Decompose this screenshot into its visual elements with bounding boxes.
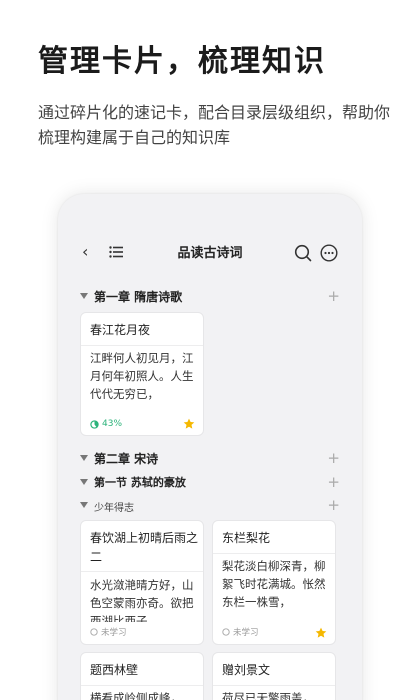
promo-subline: 通过碎片化的速记卡，配合目录层级组织，帮助你梳理构建属于自己的知识库 [38,103,391,147]
card-divider [81,571,203,572]
card-5[interactable]: 赠刘景文 荷尽已无擎雨盖， [212,652,336,700]
collapse-triangle-icon[interactable] [80,455,88,461]
chapter-1-label: 第一章 隋唐诗歌 [94,290,183,304]
card-divider [213,553,335,554]
more-options-icon[interactable] [320,244,338,262]
add-icon[interactable]: + [327,473,340,491]
card-title: 春饮湖上初晴后雨之二 [90,531,199,564]
card-3[interactable]: 东栏梨花 梨花淡白柳深青，柳絮飞时花满城。怅然东栏一株雪， 未学习 [212,520,336,645]
card-1[interactable]: 春江花月夜 江畔何人初见月，江月何年初照人。人生代代无穷已， 43% [80,312,204,436]
card-title: 春江花月夜 [90,323,151,337]
card-progress: 43% [90,419,122,429]
page-title: 品读古诗词 [177,246,243,261]
add-icon[interactable]: + [327,496,340,514]
subsection-label: 少年得志 [94,503,134,514]
card-status: 未学习 [222,626,259,638]
promo-headline: 管理卡片，梳理知识 [38,44,326,79]
top-bar: ‹ 品读古诗词 [58,232,362,272]
chapter-2-header[interactable]: 第二章 宋诗 + [80,449,340,470]
card-2[interactable]: 春饮湖上初晴后雨之二 水光潋滟晴方好，山色空蒙雨亦奇。欲把西湖比西子， 未学习 [80,520,204,645]
star-icon[interactable] [183,418,195,430]
card-body: 荷尽已无擎雨盖， [222,691,314,700]
card-body: 梨花淡白柳深青，柳絮飞时花满城。怅然东栏一株雪， [222,559,326,609]
card-divider [81,685,203,686]
status-circle-icon [222,628,230,636]
collapse-triangle-icon[interactable] [80,502,88,508]
card-title: 题西林壁 [90,663,139,677]
phone-frame: ‹ 品读古诗词 第一章 隋唐诗歌 + 春江花月夜 江畔何人初见月，江月何年初照人… [58,194,362,700]
card-title: 东栏梨花 [222,531,271,545]
add-icon[interactable]: + [327,287,340,305]
card-body: 横看成岭侧成峰， [90,691,182,700]
collapse-triangle-icon[interactable] [80,293,88,299]
card-divider [213,685,335,686]
card-title: 赠刘景文 [222,663,271,677]
card-4[interactable]: 题西林壁 横看成岭侧成峰， [80,652,204,700]
add-icon[interactable]: + [327,449,340,467]
chapter-1-header[interactable]: 第一章 隋唐诗歌 + [80,287,340,308]
card-body: 水光潋滟晴方好，山色空蒙雨亦奇。欲把西湖比西子， [90,578,194,622]
section-1-header[interactable]: 第一节 苏轼的豪放 + [80,473,340,494]
star-icon[interactable] [315,627,327,639]
search-icon[interactable] [294,244,312,262]
card-body: 江畔何人初见月，江月何年初照人。人生代代无穷已， [90,351,194,401]
card-status: 未学习 [90,626,127,638]
collapse-triangle-icon[interactable] [80,479,88,485]
chapter-2-label: 第二章 宋诗 [94,452,159,466]
subsection-header[interactable]: 少年得志 + [80,496,340,517]
card-divider [81,345,203,346]
progress-value: 43% [102,419,123,429]
status-text: 未学习 [233,628,259,638]
section-1-label: 第一节 苏轼的豪放 [94,476,186,489]
status-circle-icon [90,628,98,636]
status-text: 未学习 [101,628,127,638]
progress-ring-icon [90,419,99,429]
